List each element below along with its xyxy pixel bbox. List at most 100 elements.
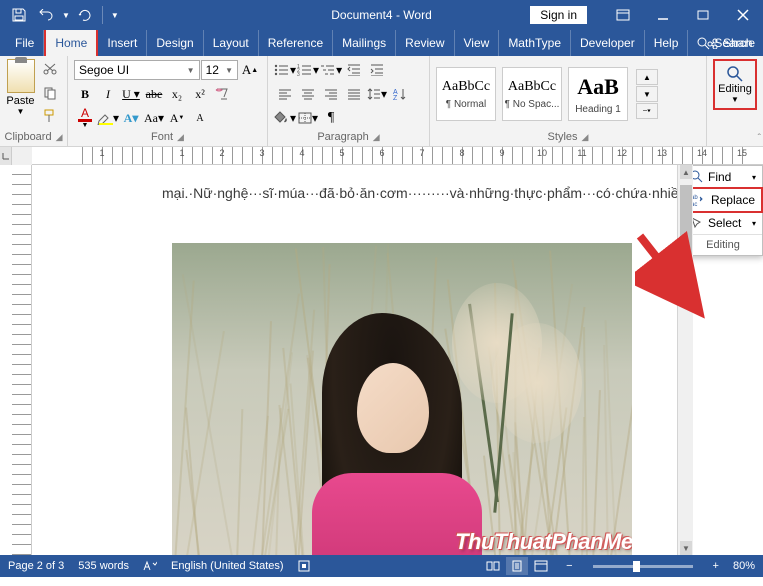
find-button[interactable]: Find▾ bbox=[684, 166, 762, 188]
align-center-button[interactable] bbox=[297, 83, 319, 105]
line-spacing-button[interactable]: ▾ bbox=[366, 83, 388, 105]
subscript-button[interactable]: x₂ bbox=[166, 83, 188, 105]
maximize-button[interactable] bbox=[683, 0, 723, 30]
app-name: Word bbox=[403, 8, 431, 22]
tab-mathtype[interactable]: MathType bbox=[499, 30, 571, 56]
tab-selector[interactable] bbox=[0, 147, 12, 165]
tab-insert[interactable]: Insert bbox=[98, 30, 147, 56]
tab-mailings[interactable]: Mailings bbox=[333, 30, 396, 56]
group-clipboard: Paste ▼ Clipboard ◢ bbox=[0, 56, 68, 146]
group-editing: Editing ▼ bbox=[707, 56, 763, 146]
font-name-select[interactable]: Segoe UI▼ bbox=[74, 60, 200, 80]
macro-icon[interactable] bbox=[298, 560, 310, 572]
replace-button[interactable]: abac Replace bbox=[683, 187, 763, 213]
bold-button[interactable]: B bbox=[74, 83, 96, 105]
align-left-button[interactable] bbox=[274, 83, 296, 105]
show-marks-button[interactable]: ¶ bbox=[320, 107, 342, 129]
cut-button[interactable] bbox=[39, 59, 61, 81]
ribbon: Paste ▼ Clipboard ◢ Segoe UI▼ 12▼ A▲ B bbox=[0, 56, 763, 147]
clear-format-button[interactable] bbox=[212, 83, 234, 105]
styles-scroll-down[interactable]: ▼ bbox=[636, 86, 658, 102]
tab-design[interactable]: Design bbox=[147, 30, 203, 56]
language-indicator[interactable]: English (United States) bbox=[171, 560, 284, 572]
web-layout-button[interactable] bbox=[530, 557, 552, 575]
font-launcher[interactable]: ◢ bbox=[177, 132, 184, 143]
tab-developer[interactable]: Developer bbox=[571, 30, 645, 56]
sign-in-button[interactable]: Sign in bbox=[530, 6, 587, 24]
increase-indent-button[interactable] bbox=[366, 59, 388, 81]
sort-button[interactable]: AZ bbox=[389, 83, 411, 105]
style-normal[interactable]: AaBbCc ¶ Normal bbox=[436, 67, 496, 121]
format-painter-button[interactable] bbox=[39, 105, 61, 127]
inline-image[interactable]: ThuThuatPhanMem.vn bbox=[172, 243, 632, 555]
zoom-in-button[interactable]: + bbox=[713, 560, 719, 572]
save-button[interactable] bbox=[6, 2, 32, 28]
justify-button[interactable] bbox=[343, 83, 365, 105]
status-bar: Page 2 of 3 535 words English (United St… bbox=[0, 555, 763, 577]
style-heading1[interactable]: AaB Heading 1 bbox=[568, 67, 628, 121]
minimize-button[interactable] bbox=[643, 0, 683, 30]
italic-button[interactable]: I bbox=[97, 83, 119, 105]
read-mode-button[interactable] bbox=[482, 557, 504, 575]
quick-access-toolbar: ▼ ▼ bbox=[0, 2, 123, 28]
tab-view[interactable]: View bbox=[455, 30, 500, 56]
numbering-button[interactable]: 123▾ bbox=[297, 59, 319, 81]
zoom-level[interactable]: 80% bbox=[733, 560, 755, 572]
tab-review[interactable]: Review bbox=[396, 30, 454, 56]
document-page[interactable]: mại.·Nữ·nghệ···sĩ·múa···đã·bỏ·ăn·cơm····… bbox=[32, 165, 677, 555]
vertical-scrollbar[interactable]: ▲ ▼ bbox=[677, 165, 693, 555]
tab-references[interactable]: Reference bbox=[259, 30, 333, 56]
share-button[interactable]: Share bbox=[707, 36, 755, 50]
multilevel-button[interactable]: ▾ bbox=[320, 59, 342, 81]
tab-help[interactable]: Help bbox=[645, 30, 689, 56]
copy-button[interactable] bbox=[39, 82, 61, 104]
styles-launcher[interactable]: ◢ bbox=[582, 132, 589, 143]
align-right-button[interactable] bbox=[320, 83, 342, 105]
close-button[interactable] bbox=[723, 0, 763, 30]
clipboard-launcher[interactable]: ◢ bbox=[56, 132, 63, 143]
bullets-button[interactable]: ▾ bbox=[274, 59, 296, 81]
ribbon-display-button[interactable] bbox=[603, 0, 643, 30]
scroll-down-button[interactable]: ▼ bbox=[680, 541, 692, 555]
grow-font2-button[interactable]: A bbox=[189, 107, 211, 129]
redo-button[interactable] bbox=[72, 2, 98, 28]
collapse-ribbon-button[interactable]: ˆ bbox=[758, 133, 761, 144]
paste-button[interactable]: Paste ▼ bbox=[6, 59, 35, 116]
scroll-thumb[interactable] bbox=[680, 185, 692, 265]
select-button[interactable]: Select▾ bbox=[684, 212, 762, 234]
print-layout-button[interactable] bbox=[506, 557, 528, 575]
body-text[interactable]: mại.·Nữ·nghệ···sĩ·múa···đã·bỏ·ăn·cơm····… bbox=[162, 183, 647, 205]
shading-button[interactable]: ▾ bbox=[274, 107, 296, 129]
spellcheck-icon[interactable] bbox=[143, 560, 157, 572]
underline-button[interactable]: U ▾ bbox=[120, 83, 142, 105]
tab-layout[interactable]: Layout bbox=[204, 30, 259, 56]
svg-text:Z: Z bbox=[393, 95, 398, 100]
shrink-font-button[interactable]: A▼ bbox=[166, 107, 188, 129]
font-color-button[interactable]: A▼ bbox=[74, 107, 96, 129]
decrease-indent-button[interactable] bbox=[343, 59, 365, 81]
undo-button[interactable] bbox=[34, 2, 60, 28]
borders-button[interactable]: ▾ bbox=[297, 107, 319, 129]
superscript-button[interactable]: x² bbox=[189, 83, 211, 105]
scroll-up-button[interactable]: ▲ bbox=[680, 165, 692, 179]
font-size-select[interactable]: 12▼ bbox=[201, 60, 238, 80]
vertical-ruler[interactable] bbox=[12, 165, 32, 555]
zoom-slider[interactable] bbox=[593, 565, 693, 568]
word-count[interactable]: 535 words bbox=[78, 560, 129, 572]
style-nospacing[interactable]: AaBbCc ¶ No Spac... bbox=[502, 67, 562, 121]
group-font: Segoe UI▼ 12▼ A▲ B I U ▾ abe x₂ x² A▼ ▾ … bbox=[68, 56, 268, 146]
text-effects-button[interactable]: A▾ bbox=[120, 107, 142, 129]
styles-more[interactable]: ⎯▾ bbox=[636, 103, 658, 119]
paragraph-launcher[interactable]: ◢ bbox=[373, 132, 380, 143]
grow-font-button[interactable]: A▲ bbox=[239, 59, 261, 81]
page-indicator[interactable]: Page 2 of 3 bbox=[8, 560, 64, 572]
tab-home[interactable]: Home bbox=[44, 28, 98, 56]
highlight-button[interactable]: ▾ bbox=[97, 107, 119, 129]
horizontal-ruler[interactable]: 112345678910111213141516 bbox=[32, 147, 763, 165]
zoom-out-button[interactable]: − bbox=[566, 560, 572, 572]
tab-file[interactable]: File bbox=[6, 30, 44, 56]
change-case-button[interactable]: Aa▾ bbox=[143, 107, 165, 129]
editing-dropdown[interactable]: Editing ▼ bbox=[713, 59, 757, 110]
strike-button[interactable]: abe bbox=[143, 83, 165, 105]
styles-scroll-up[interactable]: ▲ bbox=[636, 69, 658, 85]
